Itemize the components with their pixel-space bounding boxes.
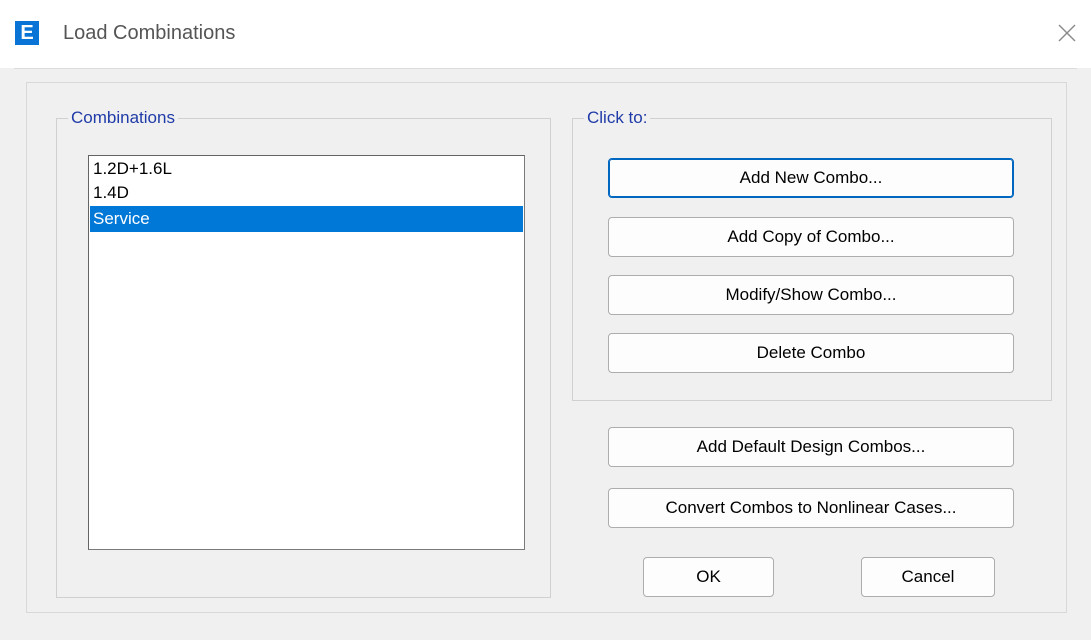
list-item[interactable]: 1.4D xyxy=(90,180,523,206)
combinations-group-label: Combinations xyxy=(68,108,178,128)
window-title: Load Combinations xyxy=(63,22,236,44)
close-icon xyxy=(1058,24,1076,42)
ok-button[interactable]: OK xyxy=(643,557,774,597)
modify-show-combo-button[interactable]: Modify/Show Combo... xyxy=(608,275,1014,315)
add-copy-of-combo-button[interactable]: Add Copy of Combo... xyxy=(608,217,1014,257)
combinations-listbox[interactable]: 1.2D+1.6L 1.4D Service xyxy=(88,155,525,550)
title-bar: E Load Combinations xyxy=(0,0,1091,68)
load-combinations-dialog: E Load Combinations Combinations 1.2D+1.… xyxy=(0,0,1091,640)
list-item-selected[interactable]: Service xyxy=(90,206,523,232)
app-logo-icon: E xyxy=(15,21,39,45)
list-item[interactable]: 1.2D+1.6L xyxy=(90,156,523,182)
cancel-button[interactable]: Cancel xyxy=(861,557,995,597)
click-to-group-label: Click to: xyxy=(584,108,651,128)
add-new-combo-button[interactable]: Add New Combo... xyxy=(608,158,1014,198)
convert-combos-button[interactable]: Convert Combos to Nonlinear Cases... xyxy=(608,488,1014,528)
close-button[interactable] xyxy=(1050,16,1084,50)
delete-combo-button[interactable]: Delete Combo xyxy=(608,333,1014,373)
add-default-design-combos-button[interactable]: Add Default Design Combos... xyxy=(608,427,1014,467)
